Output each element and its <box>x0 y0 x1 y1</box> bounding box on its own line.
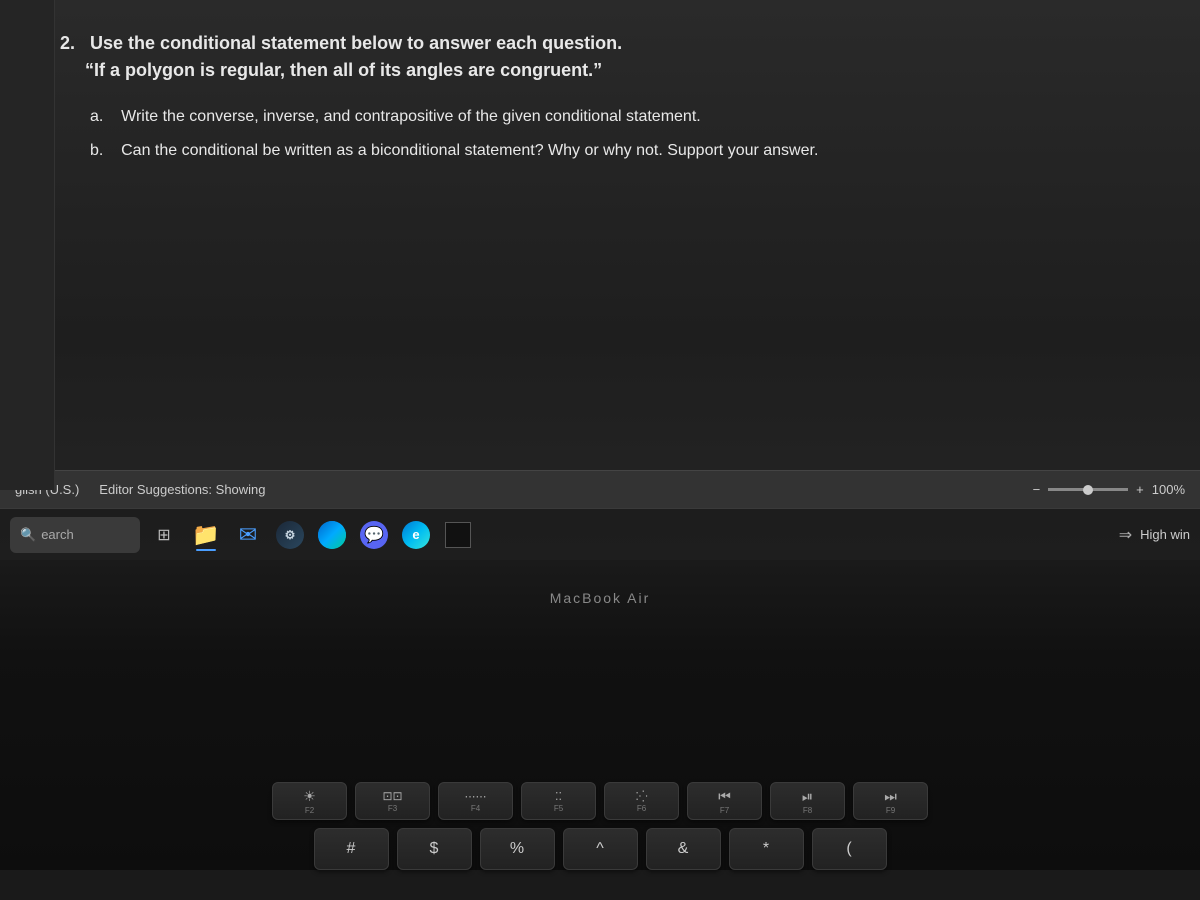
key-f9[interactable]: ⏭ F9 <box>853 782 928 820</box>
search-bar[interactable]: 🔍 earch <box>10 517 140 553</box>
zoom-minus[interactable]: − <box>1033 482 1041 497</box>
fn-key-row: ☀ F2 ⊡⊡ F3 ⋯⋯ F4 ⁚⁚ F5 ⁚⁛ F6 ⏮ F7 <box>0 782 1200 820</box>
steam-icon: ⚙ <box>276 521 304 549</box>
folder-taskbar-button[interactable]: 📁 <box>188 517 224 553</box>
search-placeholder: earch <box>41 527 74 542</box>
content-area: 2. Use the conditional statement below t… <box>0 0 1200 470</box>
key-asterisk[interactable]: * <box>729 828 804 870</box>
black-square-icon <box>445 522 471 548</box>
key-f7[interactable]: ⏮ F7 <box>687 782 762 820</box>
key-caret[interactable]: ^ <box>563 828 638 870</box>
part-b-label: b. <box>90 142 103 159</box>
question-sub: a. Write the converse, inverse, and cont… <box>90 104 1140 163</box>
discord-taskbar-button[interactable]: 💬 <box>356 517 392 553</box>
cortana-taskbar-button[interactable] <box>314 517 350 553</box>
key-hash[interactable]: # <box>314 828 389 870</box>
keyboard-area: ☀ F2 ⊡⊡ F3 ⋯⋯ F4 ⁚⁚ F5 ⁚⁛ F6 ⏮ F7 <box>0 772 1200 870</box>
question-intro: Use the conditional statement below to a… <box>90 33 622 53</box>
status-bar: glish (U.S.) Editor Suggestions: Showing… <box>0 470 1200 508</box>
edge-taskbar-button[interactable]: e <box>398 517 434 553</box>
arrow-right-icon: ⇒ <box>1119 525 1132 545</box>
key-f5[interactable]: ⁚⁚ F5 <box>521 782 596 820</box>
zoom-plus[interactable]: + <box>1136 482 1144 497</box>
notification-area: ⇒ High win <box>1119 525 1190 545</box>
status-bar-right: − + 100% <box>1033 482 1185 497</box>
question-quote: “If a polygon is regular, then all of it… <box>85 60 602 80</box>
discord-icon: 💬 <box>360 521 388 549</box>
char-key-row: # $ % ^ & * ( <box>0 828 1200 870</box>
taskbar: 🔍 earch ⊞ 📁 ✉ ⚙ 💬 <box>0 508 1200 560</box>
left-panel-border <box>0 0 55 490</box>
laptop-bezel: MacBook Air ☀ F2 ⊡⊡ F3 ⋯⋯ F4 ⁚⁚ F5 ⁚⁛ F6 <box>0 560 1200 870</box>
taskview-button[interactable]: ⊞ <box>146 517 182 553</box>
key-open-paren[interactable]: ( <box>812 828 887 870</box>
cortana-icon <box>318 521 346 549</box>
key-f8[interactable]: ⏯ F8 <box>770 782 845 820</box>
editor-suggestions: Editor Suggestions: Showing <box>99 482 265 497</box>
zoom-controls[interactable]: − + 100% <box>1033 482 1185 497</box>
key-f6[interactable]: ⁚⁛ F6 <box>604 782 679 820</box>
screen-area: 2. Use the conditional statement below t… <box>0 0 1200 560</box>
part-b-text: Can the conditional be written as a bico… <box>121 142 818 159</box>
key-percent[interactable]: % <box>480 828 555 870</box>
macbook-label: MacBook Air <box>550 590 651 606</box>
question-title: 2. Use the conditional statement below t… <box>60 30 1140 84</box>
steam-taskbar-button[interactable]: ⚙ <box>272 517 308 553</box>
part-a-label: a. <box>90 108 103 125</box>
key-dollar[interactable]: $ <box>397 828 472 870</box>
key-f2[interactable]: ☀ F2 <box>272 782 347 820</box>
mail-taskbar-button[interactable]: ✉ <box>230 517 266 553</box>
taskview-icon: ⊞ <box>157 525 170 545</box>
folder-icon: 📁 <box>192 522 219 548</box>
key-ampersand[interactable]: & <box>646 828 721 870</box>
key-f4[interactable]: ⋯⋯ F4 <box>438 782 513 820</box>
edge-icon: e <box>402 521 430 549</box>
black-square-button[interactable] <box>440 517 476 553</box>
mail-icon: ✉ <box>239 522 257 548</box>
key-f3[interactable]: ⊡⊡ F3 <box>355 782 430 820</box>
search-icon: 🔍 <box>20 527 36 543</box>
zoom-slider[interactable] <box>1048 488 1128 491</box>
high-win-text: High win <box>1140 527 1190 542</box>
part-a-text: Write the converse, inverse, and contrap… <box>121 108 701 125</box>
question-number: 2. <box>60 33 75 53</box>
zoom-percent: 100% <box>1152 482 1185 497</box>
